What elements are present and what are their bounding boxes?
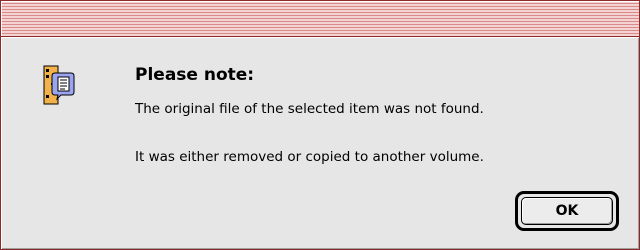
dialog-heading: Please note: (135, 65, 255, 85)
ok-button[interactable]: OK (521, 197, 613, 225)
alert-dialog: Please note: The original file of the se… (0, 0, 640, 250)
title-bar[interactable] (1, 1, 639, 37)
default-button-ring: OK (515, 191, 619, 231)
message-line-2: It was either removed or copied to anoth… (135, 149, 484, 165)
alias-note-icon (43, 65, 75, 105)
message-line-1: The original file of the selected item w… (135, 101, 484, 117)
